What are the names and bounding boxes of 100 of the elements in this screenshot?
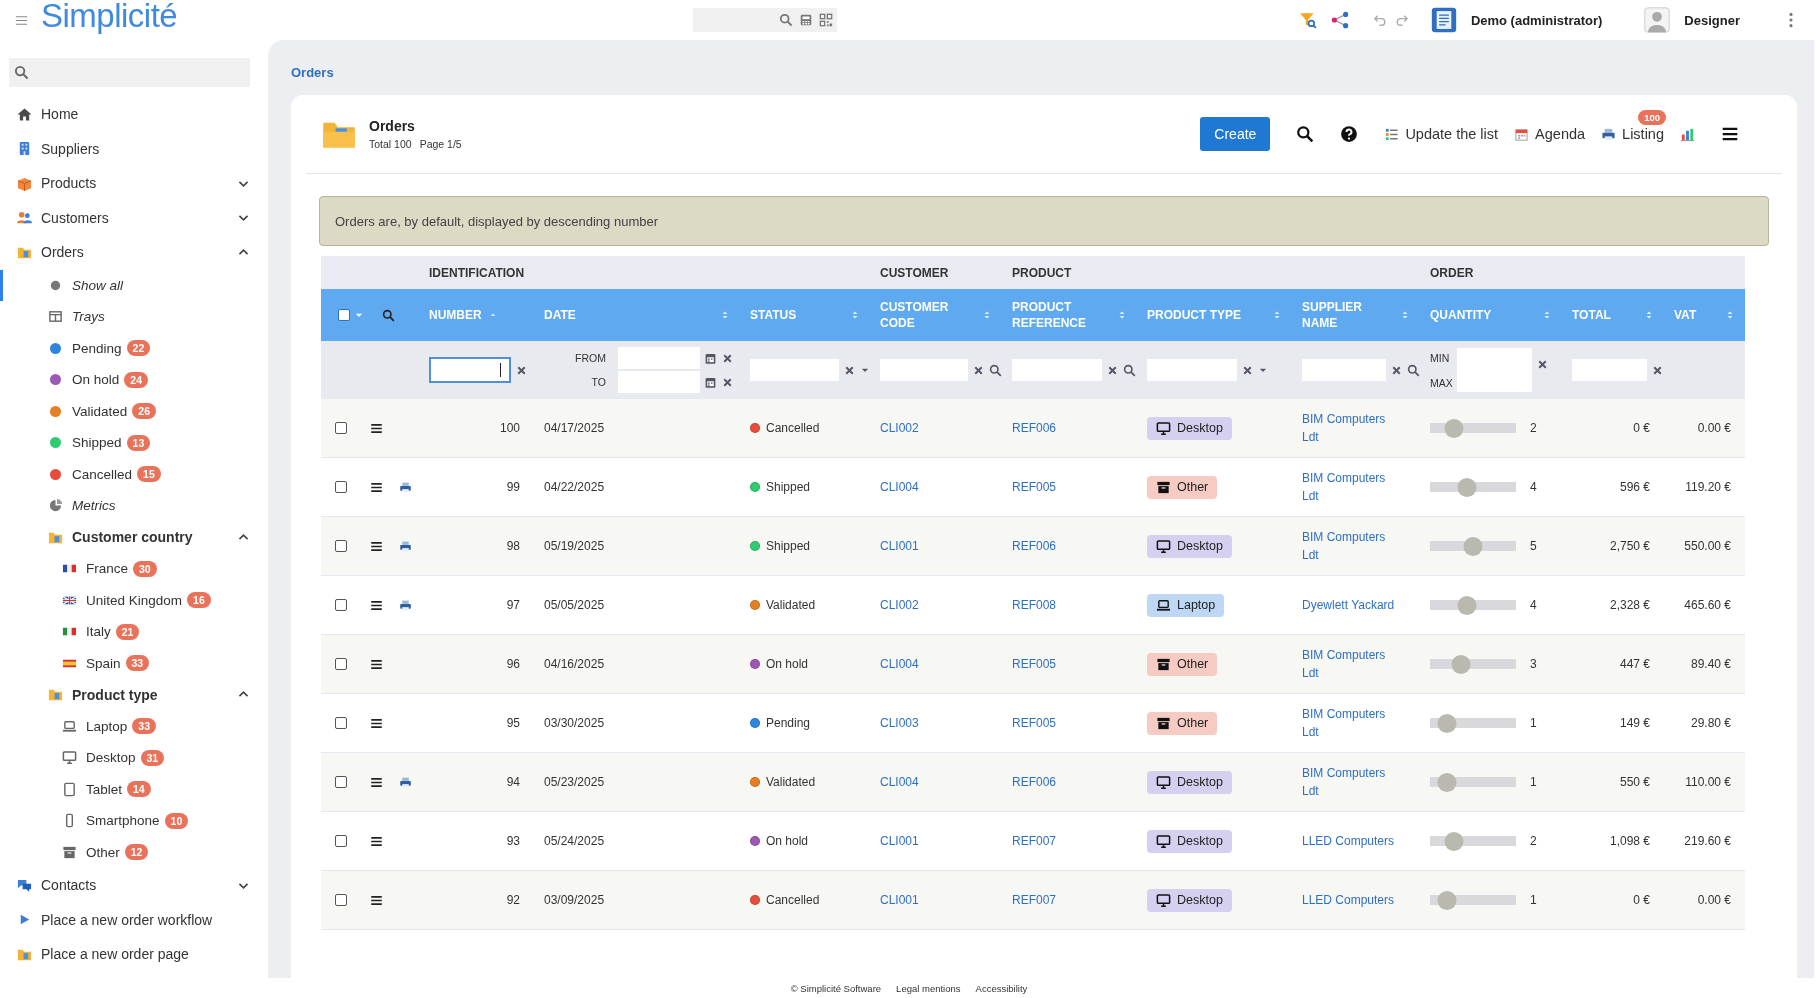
menu-icon[interactable]: [369, 657, 383, 671]
customer-link[interactable]: CLI004: [880, 480, 919, 494]
customer-link[interactable]: CLI004: [880, 775, 919, 789]
customer-link[interactable]: CLI002: [880, 598, 919, 612]
customer-link[interactable]: CLI001: [880, 539, 919, 553]
customer-link[interactable]: CLI004: [880, 657, 919, 671]
logo[interactable]: Simplicité: [41, 0, 178, 35]
row-checkbox[interactable]: [335, 599, 347, 611]
supplier-link[interactable]: BIM Computers Ldt: [1302, 410, 1398, 446]
sidebar-item[interactable]: Laptop 33: [0, 710, 268, 742]
sidebar-item[interactable]: Customers: [0, 200, 268, 235]
supplier-link[interactable]: BIM Computers Ldt: [1302, 705, 1398, 741]
sidebar-item[interactable]: Italy 21: [0, 616, 268, 648]
slider-thumb[interactable]: [1437, 713, 1457, 733]
supplier-link[interactable]: BIM Computers Ldt: [1302, 764, 1398, 800]
sidebar-item[interactable]: Spain 33: [0, 647, 268, 679]
printer-icon[interactable]: [398, 775, 412, 789]
row-checkbox[interactable]: [335, 422, 347, 434]
supplier-link[interactable]: BIM Computers Ldt: [1302, 469, 1398, 505]
product-link[interactable]: REF008: [1012, 598, 1057, 612]
sidebar-item[interactable]: Trays: [0, 301, 268, 333]
row-checkbox[interactable]: [335, 481, 347, 493]
menu-icon[interactable]: [369, 480, 383, 494]
sidebar-item[interactable]: Desktop 31: [0, 742, 268, 774]
update-list-button[interactable]: Update the list: [1384, 126, 1499, 142]
menu-icon[interactable]: [369, 598, 383, 612]
sidebar-item[interactable]: France 30: [0, 553, 268, 585]
filter-field[interactable]: [429, 357, 511, 383]
slider-thumb[interactable]: [1457, 595, 1477, 615]
calendar-icon[interactable]: [704, 375, 717, 389]
supplier-link[interactable]: LLED Computers: [1302, 891, 1395, 909]
filter-icon[interactable]: [1298, 11, 1317, 29]
menu-icon[interactable]: [369, 834, 383, 848]
sidebar-item[interactable]: Other 12: [0, 836, 268, 868]
product-link[interactable]: REF005: [1012, 480, 1057, 494]
row-checkbox[interactable]: [335, 540, 347, 552]
sidebar-item[interactable]: Pending 22: [0, 332, 268, 364]
search-icon[interactable]: [1296, 125, 1315, 143]
menu-icon[interactable]: [1721, 125, 1739, 143]
slider-thumb[interactable]: [1437, 890, 1457, 910]
agenda-button[interactable]: Agenda: [1514, 126, 1586, 142]
slider-thumb[interactable]: [1463, 536, 1483, 556]
row-checkbox[interactable]: [335, 658, 347, 670]
sidebar-item[interactable]: Contacts: [0, 868, 268, 903]
customer-link[interactable]: CLI003: [880, 716, 919, 730]
share-icon[interactable]: [1330, 11, 1349, 29]
row-checkbox[interactable]: [335, 835, 347, 847]
search-icon[interactable]: [1123, 363, 1136, 377]
customer-link[interactable]: CLI001: [880, 893, 919, 907]
footer-link[interactable]: Legal mentions: [896, 982, 961, 994]
search-icon[interactable]: [382, 308, 395, 322]
search-icon[interactable]: [989, 363, 1002, 377]
user-role[interactable]: Demo (administrator): [1470, 12, 1603, 28]
product-link[interactable]: REF007: [1012, 893, 1057, 907]
sidebar-item[interactable]: Shipped 13: [0, 427, 268, 459]
search-field[interactable]: [693, 8, 837, 32]
customer-link[interactable]: CLI001: [880, 834, 919, 848]
menu-icon[interactable]: [369, 716, 383, 730]
sidebar-item[interactable]: Customer country: [0, 521, 268, 553]
menu-icon[interactable]: [369, 775, 383, 789]
help-icon[interactable]: [1340, 125, 1359, 143]
listing-button[interactable]: Listing: [1601, 126, 1664, 142]
product-link[interactable]: REF005: [1012, 657, 1057, 671]
sidebar-item[interactable]: Smartphone 10: [0, 805, 268, 837]
sidebar-item[interactable]: Tablet 14: [0, 773, 268, 805]
sidebar-item[interactable]: Validated 26: [0, 395, 268, 427]
sidebar-item[interactable]: Cancelled 15: [0, 458, 268, 490]
printer-icon[interactable]: [398, 539, 412, 553]
breadcrumb-link[interactable]: Orders: [291, 65, 1797, 80]
footer-link[interactable]: Accessibility: [975, 982, 1028, 994]
product-link[interactable]: REF006: [1012, 775, 1057, 789]
select-all-checkbox[interactable]: [338, 309, 350, 321]
slider-thumb[interactable]: [1444, 418, 1464, 438]
row-checkbox[interactable]: [335, 894, 347, 906]
notepad-avatar-icon[interactable]: [1430, 7, 1457, 33]
calculator-icon[interactable]: [799, 13, 813, 27]
product-link[interactable]: REF006: [1012, 421, 1057, 435]
create-button[interactable]: Create: [1200, 117, 1271, 151]
supplier-link[interactable]: BIM Computers Ldt: [1302, 528, 1398, 564]
sidebar-item[interactable]: Place a new order workflow: [0, 902, 268, 937]
menu-icon[interactable]: [369, 421, 383, 435]
product-link[interactable]: REF006: [1012, 539, 1057, 553]
slider-thumb[interactable]: [1451, 654, 1471, 674]
product-link[interactable]: REF007: [1012, 834, 1057, 848]
sidebar-item[interactable]: United Kingdom 16: [0, 584, 268, 616]
product-link[interactable]: REF005: [1012, 716, 1057, 730]
search-field[interactable]: [9, 58, 250, 87]
sidebar-item[interactable]: Metrics: [0, 490, 268, 522]
bar-chart-icon[interactable]: [1680, 126, 1695, 142]
supplier-link[interactable]: Dyewlett Yackard: [1302, 596, 1395, 614]
sidebar-item[interactable]: Orders: [0, 235, 268, 270]
calendar-icon[interactable]: [704, 351, 717, 365]
printer-icon[interactable]: [398, 598, 412, 612]
menu-icon[interactable]: [369, 893, 383, 907]
menu-icon[interactable]: [369, 539, 383, 553]
sidebar-item[interactable]: On hold 24: [0, 364, 268, 396]
qr-code-icon[interactable]: [819, 13, 833, 27]
sidebar-item[interactable]: Home: [0, 97, 268, 132]
user-name[interactable]: Designer: [1684, 12, 1740, 28]
slider-thumb[interactable]: [1437, 772, 1457, 792]
